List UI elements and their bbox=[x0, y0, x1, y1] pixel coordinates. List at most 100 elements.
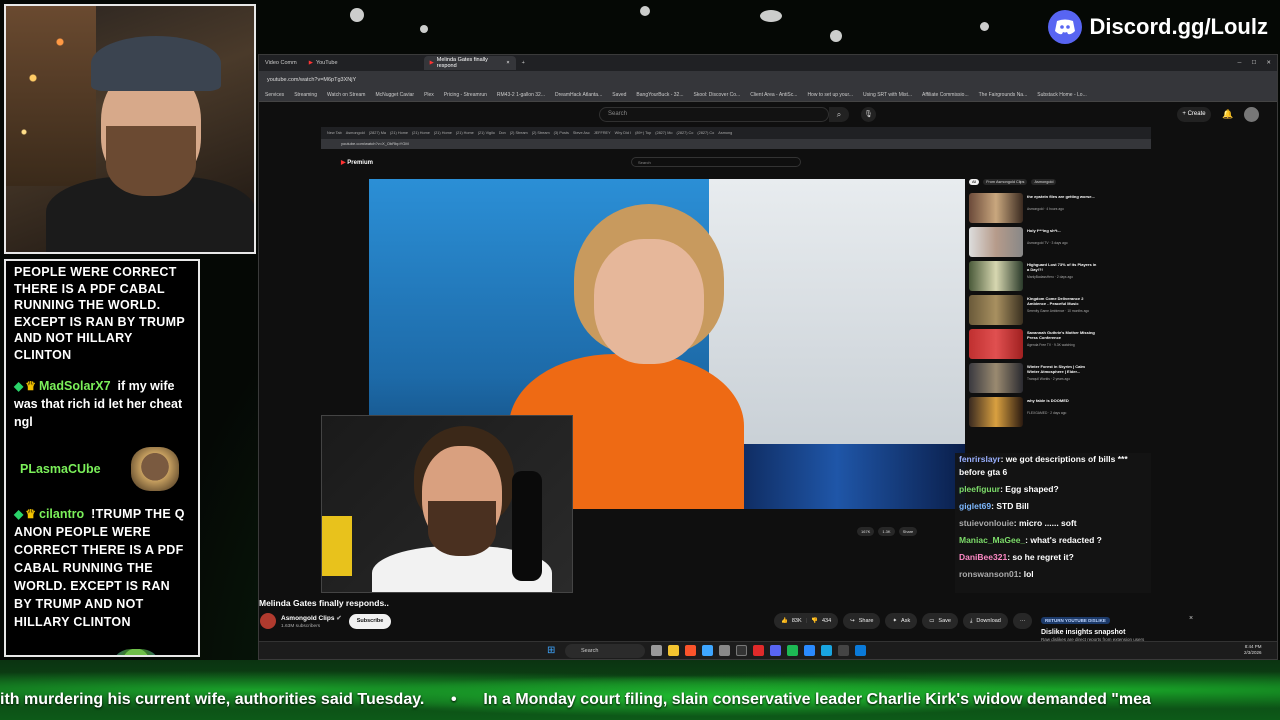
youtube-icon: ▶ bbox=[429, 60, 434, 66]
related-video-item[interactable]: why fable is DOOMED FLEXGAMED · 2 days ag… bbox=[969, 397, 1099, 427]
window-controls: ─ ☐ ✕ bbox=[1238, 60, 1277, 66]
ticker-text: ith murdering his current wife, authorit… bbox=[0, 691, 1151, 708]
bookmark[interactable]: Saved bbox=[612, 92, 626, 98]
channel-avatar[interactable] bbox=[260, 613, 276, 629]
windows-start-icon[interactable]: ⊞ bbox=[547, 645, 558, 656]
related-video-item[interactable]: Savannah Guthrie's Mother Missing Press … bbox=[969, 329, 1099, 359]
bookmark[interactable]: RM43-2 1-gallon 32... bbox=[497, 92, 545, 98]
bookmark[interactable]: Plex bbox=[424, 92, 434, 98]
more-actions-button[interactable]: ··· bbox=[1012, 613, 1033, 629]
chat-username[interactable]: MadSolarX7 bbox=[39, 379, 111, 393]
search-icon[interactable]: ⌕ bbox=[829, 107, 849, 122]
taskbar-search[interactable]: Search bbox=[565, 644, 645, 658]
discord-icon[interactable] bbox=[770, 645, 781, 656]
search-input[interactable]: Search bbox=[599, 107, 829, 122]
bookmark[interactable]: BangYourBuck - 32... bbox=[636, 92, 683, 98]
obs-icon[interactable] bbox=[753, 645, 764, 656]
splash-decoration bbox=[980, 22, 989, 31]
video-title: Melinda Gates finally responds.. bbox=[259, 598, 389, 608]
brave-browser-icon[interactable] bbox=[685, 645, 696, 656]
bookmarks-bar: Services Streaming Watch on Stream McNug… bbox=[259, 88, 1277, 102]
bookmark[interactable]: Streaming bbox=[294, 92, 317, 98]
thumbs-down-icon: 👎 bbox=[811, 618, 818, 624]
overlay-chat-line: DaniBee321: so he regret it? bbox=[959, 552, 1074, 562]
chat-panel: PEOPLE WERE CORRECT THERE IS A PDF CABAL… bbox=[4, 259, 200, 657]
bookmark[interactable]: How to set up your... bbox=[807, 92, 853, 98]
app-icon[interactable] bbox=[821, 645, 832, 656]
chat-message: ◆ ♛ MadSolarX7 if my wife was that rich id… bbox=[14, 377, 190, 431]
chat-username[interactable]: cilantro bbox=[39, 507, 84, 521]
crown-icon: ♛ bbox=[25, 507, 36, 521]
app-icon[interactable] bbox=[787, 645, 798, 656]
thumbs-up-icon: 👍 bbox=[781, 618, 788, 624]
bookmark[interactable]: Pricing - Streamrun bbox=[444, 92, 487, 98]
chat-message: ◆ ♛ cilantro !trump THE Q ANON PEOPLE WERE… bbox=[14, 505, 190, 631]
embedded-stream-video[interactable]: New Tab Asmongold (2827) Ma (21) Home (21) H… bbox=[321, 127, 1151, 593]
bookmark[interactable]: The Fairgrounds Na... bbox=[979, 92, 1028, 98]
overlay-chat-line: Maniac_MaGee_: what's redacted ? bbox=[959, 535, 1102, 545]
inner-share: Share bbox=[898, 527, 918, 536]
bookmark[interactable]: Skool: Discover Co... bbox=[694, 92, 741, 98]
save-button[interactable]: ▭ Save bbox=[922, 613, 958, 629]
splash-decoration bbox=[350, 8, 364, 22]
news-ticker: ith murdering his current wife, authorit… bbox=[0, 686, 1280, 718]
tab[interactable]: ▶ YouTube bbox=[303, 56, 344, 70]
youtube-icon: ▶ bbox=[308, 60, 313, 66]
minimize-icon[interactable]: ─ bbox=[1238, 60, 1242, 66]
splash-decoration bbox=[640, 6, 650, 16]
close-icon[interactable]: × bbox=[1189, 615, 1193, 622]
related-videos-list: the epstein files are getting worse... As… bbox=[969, 179, 1099, 459]
close-icon[interactable]: ✕ bbox=[1266, 60, 1271, 66]
notifications-bell-icon[interactable]: 🔔 bbox=[1221, 107, 1235, 122]
chat-message-text: PEOPLE WERE CORRECT THERE IS A PDF CABAL… bbox=[14, 265, 185, 362]
tab-active[interactable]: ▶ Melinda Gates finally respond × bbox=[423, 56, 516, 70]
bookmark[interactable]: Services bbox=[265, 92, 284, 98]
app-icon[interactable] bbox=[702, 645, 713, 656]
file-explorer-icon[interactable] bbox=[668, 645, 679, 656]
bookmark[interactable]: Affiliate Commissio... bbox=[922, 92, 969, 98]
ask-button[interactable]: ✦ Ask bbox=[885, 613, 918, 629]
youtube-premium-logo: Premium bbox=[347, 160, 373, 166]
bookmark[interactable]: Client Area - AntiSc... bbox=[750, 92, 797, 98]
bookmark[interactable]: Substack Home - Lo... bbox=[1037, 92, 1086, 98]
related-video-item[interactable]: the epstein files are getting worse... As… bbox=[969, 193, 1099, 223]
task-view-icon[interactable] bbox=[651, 645, 662, 656]
url-text[interactable]: youtube.com/watch?v=M6pTg3XNjY bbox=[267, 77, 356, 83]
tab[interactable]: Video Comm bbox=[259, 56, 303, 70]
crown-icon: ♛ bbox=[25, 379, 36, 393]
inner-like-bar: 167K 1.3K Share bbox=[857, 527, 918, 536]
bookmark[interactable]: DreamHack Atlanta... bbox=[555, 92, 602, 98]
bookmark[interactable]: McNugget Caviar bbox=[375, 92, 414, 98]
create-button[interactable]: + Create bbox=[1177, 107, 1211, 122]
app-icon[interactable] bbox=[838, 645, 849, 656]
splash-decoration bbox=[830, 30, 842, 42]
inner-tab-bar: New Tab Asmongold (2827) Ma (21) Home (21) H… bbox=[321, 127, 1151, 139]
app-icon[interactable] bbox=[855, 645, 866, 656]
related-video-item[interactable]: Highguard Lost 73% of its Players in a D… bbox=[969, 261, 1099, 291]
related-video-item[interactable]: Winter Forest in Skyrim | Calm Winter At… bbox=[969, 363, 1099, 393]
share-button[interactable]: ↪ Share bbox=[843, 613, 881, 629]
subscribe-button[interactable]: Subscribe bbox=[349, 614, 391, 629]
microphone-icon[interactable]: 🎙 bbox=[861, 107, 876, 122]
app-icon[interactable] bbox=[736, 645, 747, 656]
app-icon[interactable] bbox=[719, 645, 730, 656]
address-bar[interactable]: youtube.com/watch?v=M6pTg3XNjY bbox=[259, 71, 1277, 88]
overlay-chat-line: pleefiguur: Egg shaped? bbox=[959, 484, 1059, 494]
bookmark[interactable]: Using SRT with Mist... bbox=[863, 92, 912, 98]
channel-name[interactable]: Asmongold Clips ✔ bbox=[281, 614, 342, 622]
download-button[interactable]: ⤓ Download bbox=[962, 613, 1008, 629]
video-actions: 👍 83K | 👎 434 ↪ Share ✦ Ask ▭ Save ⤓ Download ··… bbox=[774, 613, 1033, 629]
user-avatar[interactable] bbox=[1244, 107, 1259, 122]
related-video-item[interactable]: Kingdom Come Deliverance 2 Ambience - Pe… bbox=[969, 295, 1099, 325]
chat-message: PLasmaCUbe bbox=[14, 447, 190, 491]
app-icon[interactable] bbox=[804, 645, 815, 656]
youtube-icon: ▶ bbox=[341, 160, 346, 166]
maximize-icon[interactable]: ☐ bbox=[1251, 60, 1256, 66]
discord-banner: Discord.gg/Loulz bbox=[1047, 8, 1268, 46]
bookmark[interactable]: Watch on Stream bbox=[327, 92, 365, 98]
like-button[interactable]: 👍 83K | 👎 434 bbox=[774, 613, 839, 629]
chat-username[interactable]: PLasmaCUbe bbox=[20, 460, 101, 478]
emote-image bbox=[130, 447, 179, 491]
new-tab-button[interactable]: + bbox=[516, 56, 531, 70]
related-video-item[interactable]: Holy f***ing sh*t... Asmongold TV · 3 day… bbox=[969, 227, 1099, 257]
